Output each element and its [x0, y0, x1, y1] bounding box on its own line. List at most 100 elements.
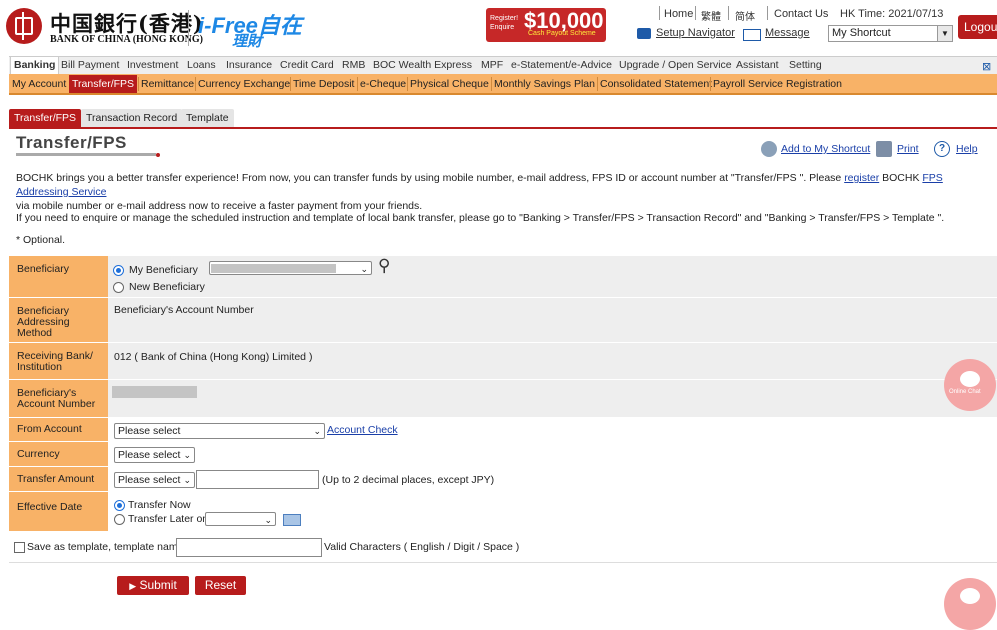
help-icon[interactable]: ? [934, 141, 950, 157]
trad-chinese-link[interactable]: 繁體 [701, 8, 721, 23]
amount-currency-select[interactable]: Please select ⌄ [114, 472, 195, 488]
menu-divider [138, 77, 139, 91]
my-beneficiary-label: My Beneficiary [129, 264, 198, 276]
transfer-later-radio[interactable] [114, 514, 125, 525]
intro-paragraph-2: If you need to enquire or manage the sch… [16, 212, 945, 224]
page-title: Transfer/FPS [16, 133, 127, 152]
transfer-amount-input[interactable] [196, 470, 319, 489]
menu-divider [407, 77, 408, 91]
setup-navigator-icon[interactable] [637, 28, 651, 39]
template-name-input[interactable] [176, 538, 322, 557]
currency-select[interactable]: Please select ⌄ [114, 447, 195, 463]
menu-loans[interactable]: Loans [187, 59, 216, 71]
promo-banner[interactable]: Register! Enquire $10,000 Cash Payout Sc… [486, 8, 606, 42]
value-cell: Please select ⌄ [108, 442, 997, 466]
submenu-monthly-savings-plan[interactable]: Monthly Savings Plan [494, 78, 595, 90]
register-link[interactable]: register [844, 172, 879, 184]
add-shortcut-icon[interactable] [761, 141, 777, 157]
reset-label: Reset [204, 578, 237, 592]
tab-transaction-record[interactable]: Transaction Record [81, 109, 183, 127]
value-cell: Please select ⌄ (Up to 2 decimal places,… [108, 467, 997, 491]
calendar-icon[interactable] [283, 514, 301, 526]
menu-boc-wealth-express[interactable]: BOC Wealth Express [373, 59, 472, 71]
receiving-bank-label: Receiving Bank/ Institution [17, 350, 93, 373]
menu-banking[interactable]: Banking [10, 56, 60, 75]
logout-button[interactable]: Logout [958, 15, 997, 39]
menu-divider [710, 77, 711, 91]
beneficiary-select[interactable]: ⌄ [209, 261, 372, 275]
from-account-select[interactable]: Please select ⌄ [114, 423, 325, 439]
print-icon[interactable] [876, 141, 892, 157]
search-icon[interactable]: ⚲ [378, 256, 390, 276]
print-link[interactable]: Print [897, 143, 919, 155]
account-number-label: Beneficiary's Account Number [17, 387, 96, 410]
menu-estatement[interactable]: e-Statement/e-Advice [511, 59, 612, 71]
menu-investment[interactable]: Investment [127, 59, 178, 71]
submenu-echeque[interactable]: e-Cheque [360, 78, 406, 90]
menu-bill-payment[interactable]: Bill Payment [61, 59, 119, 71]
value-cell: Beneficiary's Account Number [108, 298, 997, 342]
new-beneficiary-radio[interactable] [113, 282, 124, 293]
from-account-label: From Account [17, 423, 82, 435]
value-cell [108, 380, 997, 417]
chevron-down-icon: ⌄ [313, 426, 321, 436]
submenu-payroll-service[interactable]: Payroll Service Registration [713, 78, 842, 90]
tab-transfer-fps[interactable]: Transfer/FPS [9, 109, 82, 127]
submenu-consolidated-statement[interactable]: Consolidated Statement [600, 78, 712, 90]
amount-currency-value: Please select [118, 474, 181, 486]
contact-us-link[interactable]: Contact Us [774, 8, 828, 20]
submenu-my-account[interactable]: My Account [12, 78, 66, 90]
menu-divider [195, 77, 196, 91]
transfer-later-label: Transfer Later on [128, 513, 209, 525]
value-cell: Please select ⌄ Account Check [108, 418, 997, 441]
transfer-date-select[interactable]: ⌄ [205, 512, 276, 526]
addressing-value: Beneficiary's Account Number [114, 304, 254, 316]
menu-setting[interactable]: Setting [789, 59, 822, 71]
simp-chinese-link[interactable]: 简体 [735, 8, 755, 23]
menu-upgrade-open-service[interactable]: Upgrade / Open Service [619, 59, 732, 71]
ifree-logo-sub: 理財 [232, 33, 263, 50]
intro-paragraph: BOCHK brings you a better transfer exper… [16, 171, 981, 213]
online-chat-button-2[interactable] [944, 578, 996, 630]
menu-credit-card[interactable]: Credit Card [280, 59, 334, 71]
value-cell: Transfer Now Transfer Later on ⌄ [108, 492, 997, 531]
submenu-remittance[interactable]: Remittance [141, 78, 194, 90]
setup-navigator-link[interactable]: Setup Navigator [656, 27, 735, 39]
chevron-down-icon: ⌄ [183, 475, 191, 485]
add-to-shortcut-link[interactable]: Add to My Shortcut [781, 143, 870, 155]
account-check-link[interactable]: Account Check [327, 424, 398, 436]
menu-insurance[interactable]: Insurance [226, 59, 272, 71]
transfer-now-radio[interactable] [114, 500, 125, 511]
submenu-transfer-fps[interactable]: Transfer/FPS [69, 75, 138, 93]
message-link[interactable]: Message [765, 27, 810, 39]
label-cell: Currency [9, 442, 108, 466]
home-link[interactable]: Home [664, 8, 693, 20]
tab-template[interactable]: Template [181, 109, 234, 127]
close-menu-icon[interactable]: ⊠ [982, 60, 991, 73]
menu-mpf[interactable]: MPF [481, 59, 503, 71]
row-beneficiary: Beneficiary My Beneficiary ⌄ ⚲ New Benef… [9, 256, 997, 298]
save-template-checkbox[interactable] [14, 542, 25, 553]
beneficiary-label: Beneficiary [17, 263, 69, 275]
value-cell: My Beneficiary ⌄ ⚲ New Beneficiary [108, 256, 997, 297]
row-from-account: From Account Please select ⌄ Account Che… [9, 418, 997, 442]
submit-button[interactable]: ▶ Submit [117, 576, 189, 595]
banner-left-text: Register! Enquire [490, 15, 519, 31]
top-divider [695, 6, 696, 20]
online-chat-button[interactable]: Online Chat [944, 359, 996, 411]
message-icon[interactable] [743, 29, 761, 41]
redacted-account-number [112, 386, 197, 398]
submenu-physical-cheque[interactable]: Physical Cheque [410, 78, 489, 90]
submenu-time-deposit[interactable]: Time Deposit [293, 78, 354, 90]
reset-button[interactable]: Reset [195, 576, 246, 595]
top-divider [728, 6, 729, 20]
hk-time: HK Time: 2021/07/13 [840, 8, 944, 20]
chevron-down-icon: ⌄ [264, 515, 272, 525]
my-shortcut-select[interactable]: My Shortcut ▼ [828, 25, 953, 42]
menu-assistant[interactable]: Assistant [736, 59, 779, 71]
menu-rmb[interactable]: RMB [342, 59, 365, 71]
submenu-currency-exchange[interactable]: Currency Exchange [198, 78, 290, 90]
boc-logo-icon[interactable] [6, 8, 42, 44]
my-beneficiary-radio[interactable] [113, 265, 124, 276]
help-link[interactable]: Help [956, 143, 978, 155]
